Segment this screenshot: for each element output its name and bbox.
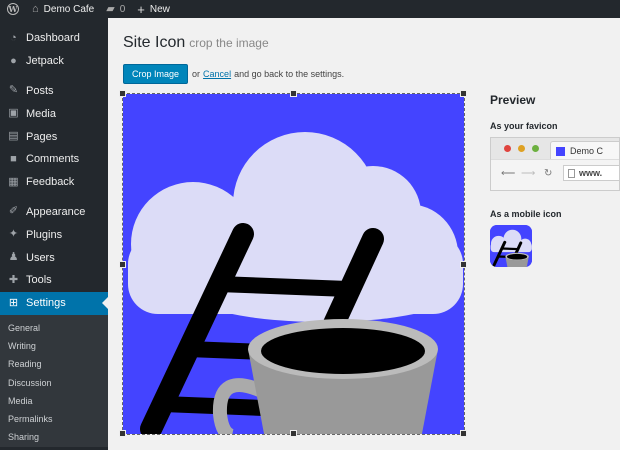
page-title-text: Site Icon (123, 34, 186, 51)
wordpress-logo-icon: W (7, 3, 19, 15)
back-text: and go back to the settings. (234, 69, 345, 79)
sidebar-item-label: Appearance (26, 205, 86, 218)
submenu-item-general[interactable]: General (0, 319, 108, 337)
crop-selection-area[interactable] (119, 90, 467, 437)
new-label: New (149, 3, 170, 15)
comment-icon: ■ (10, 152, 17, 165)
sidebar-item-settings[interactable]: ⊞ Settings (0, 291, 108, 315)
cancel-link[interactable]: Cancel (203, 69, 231, 79)
sidebar-item-appearance[interactable]: ✐ Appearance (0, 201, 108, 224)
pin-icon: ✎ (8, 84, 19, 97)
site-icon-image (123, 94, 464, 434)
submenu-item-sharing[interactable]: Sharing (0, 428, 108, 446)
admin-bar: W ⌂ Demo Cafe ▰ 0 + New (0, 0, 620, 18)
or-text: or (192, 69, 201, 79)
site-name: Demo Cafe (43, 3, 95, 15)
close-dot-icon (504, 145, 511, 152)
sidebar-item-label: Settings (26, 297, 66, 310)
crop-handle-e[interactable] (460, 261, 467, 268)
home-icon: ⌂ (32, 2, 39, 15)
site-name-link[interactable]: ⌂ Demo Cafe (26, 0, 100, 18)
crop-actions: Crop Image or Cancel and go back to the … (123, 64, 344, 84)
sidebar-item-users[interactable]: ♟ Users (0, 246, 108, 269)
sidebar-item-label: Dashboard (26, 32, 80, 45)
user-icon: ♟ (8, 251, 19, 264)
sidebar-item-label: Comments (26, 153, 80, 166)
comments-link[interactable]: ▰ 0 (100, 0, 131, 18)
sidebar-item-feedback[interactable]: ▦ Feedback (0, 171, 108, 194)
sidebar-item-label: Pages (26, 130, 58, 143)
crop-handle-ne[interactable] (460, 90, 467, 97)
comments-count: 0 (119, 3, 126, 15)
page-title: Site Icon crop the image (123, 34, 269, 52)
sidebar-item-label: Media (26, 107, 56, 120)
wordpress-logo-button[interactable]: W (0, 0, 26, 18)
plus-icon: + (137, 1, 145, 17)
browser-url-text: www. (579, 168, 603, 178)
browser-url-bar: www. (563, 165, 619, 181)
submenu-item-permalinks[interactable]: Permalinks (0, 410, 108, 428)
browser-tab: Demo C (550, 141, 619, 160)
sidebar-item-posts[interactable]: ✎ Posts (0, 80, 108, 103)
sidebar-item-label: Feedback (26, 176, 75, 189)
sidebar-item-label: Plugins (26, 228, 63, 241)
crop-handle-sw[interactable] (119, 430, 126, 437)
page-icon (568, 168, 575, 178)
pages-icon: ▤ (8, 130, 19, 143)
mobile-site-icon (490, 225, 532, 267)
admin-sidebar: ◔ Dashboard ● Jetpack ✎ Posts ▣ Media ▤ … (0, 18, 108, 450)
maximize-dot-icon (532, 145, 539, 152)
back-arrow-icon: ⟵ (501, 168, 516, 179)
settings-icon: ⊞ (8, 296, 19, 309)
favicon-browser-preview: Demo C ⟵ ⟶ ↻ www. (490, 137, 620, 191)
preview-panel: Preview As your favicon Demo C ⟵ ⟶ ↻ www… (490, 93, 620, 267)
plugin-icon: ✦ (8, 228, 19, 241)
favicon-label: As your favicon (490, 121, 558, 131)
submenu-item-media[interactable]: Media (0, 392, 108, 410)
sidebar-item-label: Jetpack (26, 55, 64, 68)
crop-handle-n[interactable] (290, 90, 297, 97)
minimize-dot-icon (518, 145, 525, 152)
crop-handle-se[interactable] (460, 430, 467, 437)
settings-submenu: General Writing Reading Discussion Media… (0, 314, 108, 447)
sidebar-item-media[interactable]: ▣ Media (0, 102, 108, 125)
sidebar-item-label: Tools (26, 274, 52, 287)
browser-tab-title: Demo C (570, 146, 604, 156)
preview-title: Preview (490, 93, 536, 107)
crop-handle-w[interactable] (119, 261, 126, 268)
submenu-item-discussion[interactable]: Discussion (0, 373, 108, 391)
wrench-icon: ✚ (8, 273, 19, 286)
sidebar-item-jetpack[interactable]: ● Jetpack (0, 50, 108, 73)
crop-image-button[interactable]: Crop Image (123, 64, 189, 84)
sidebar-item-comments[interactable]: ■ Comments (0, 148, 108, 171)
new-content-link[interactable]: + New (131, 0, 176, 18)
dashboard-icon: ◔ (10, 31, 17, 44)
submenu-item-writing[interactable]: Writing (0, 337, 108, 355)
crop-handle-s[interactable] (290, 430, 297, 437)
feedback-icon: ▦ (8, 175, 19, 188)
jetpack-icon: ● (10, 54, 17, 67)
reload-icon: ↻ (544, 168, 553, 179)
brush-icon: ✐ (8, 205, 19, 218)
sidebar-item-plugins[interactable]: ✦ Plugins (0, 223, 108, 246)
main-content: Site Icon crop the image Crop Image or Ca… (119, 18, 620, 450)
sidebar-item-dashboard[interactable]: ◔ Dashboard (0, 27, 108, 50)
page-subtitle: crop the image (189, 36, 269, 50)
sidebar-item-label: Posts (26, 84, 54, 97)
browser-toolbar: ⟵ ⟶ ↻ www. (491, 159, 619, 190)
sidebar-item-tools[interactable]: ✚ Tools (0, 269, 108, 292)
favicon-icon (556, 146, 565, 156)
media-icon: ▣ (8, 107, 19, 120)
mobile-icon-label: As a mobile icon (490, 209, 562, 219)
forward-arrow-icon: ⟶ (521, 168, 536, 179)
sidebar-item-pages[interactable]: ▤ Pages (0, 125, 108, 148)
crop-handle-nw[interactable] (119, 90, 126, 97)
comment-icon: ▰ (106, 2, 115, 15)
sidebar-item-label: Users (26, 251, 55, 264)
submenu-item-reading[interactable]: Reading (0, 355, 108, 373)
mobile-icon-preview (490, 225, 532, 267)
